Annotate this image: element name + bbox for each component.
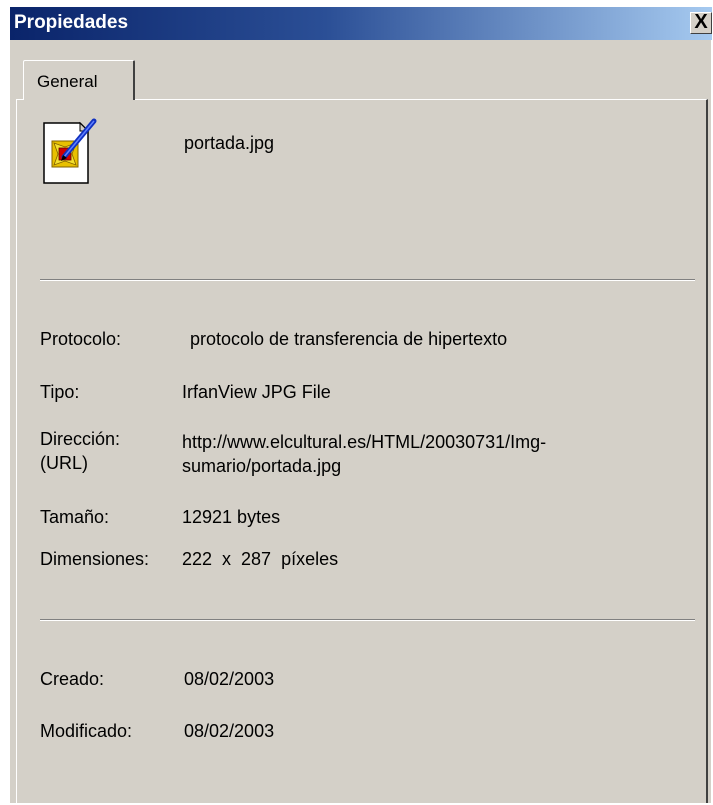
- separator: [40, 279, 695, 281]
- jpg-file-icon: [43, 118, 97, 184]
- type-value: IrfanView JPG File: [182, 382, 331, 402]
- address-label-line1: Dirección:: [40, 429, 121, 449]
- size-value: 12921 bytes: [182, 507, 281, 527]
- window-title: Propiedades: [14, 12, 129, 33]
- address-value[interactable]: http://www.elcultural.es/HTML/20030731/I…: [182, 430, 546, 478]
- title-bar[interactable]: Propiedades X: [10, 7, 712, 40]
- type-label: Tipo:: [40, 382, 80, 402]
- tab-general[interactable]: General: [23, 60, 135, 100]
- modified-label: Modificado:: [40, 721, 133, 741]
- address-label-line2: (URL): [40, 453, 88, 473]
- created-value: 08/02/2003: [184, 669, 275, 689]
- file-name: portada.jpg: [184, 133, 275, 153]
- separator: [40, 619, 695, 621]
- protocol-label: Protocolo:: [40, 329, 122, 349]
- dimensions-value: 222 x 287 píxeles: [182, 549, 339, 569]
- protocol-value: protocolo de transferencia de hipertexto: [190, 329, 508, 349]
- created-label: Creado:: [40, 669, 105, 689]
- properties-dialog: Propiedades X General portada.jpg Protoc…: [9, 7, 712, 803]
- modified-value: 08/02/2003: [184, 721, 275, 741]
- address-value-line2: sumario/portada.jpg: [182, 456, 342, 476]
- close-icon: X: [694, 11, 708, 33]
- address-value-line1: http://www.elcultural.es/HTML/20030731/I…: [182, 432, 547, 452]
- address-label: Dirección: (URL): [40, 427, 120, 475]
- size-label: Tamaño:: [40, 507, 110, 527]
- close-button[interactable]: X: [690, 12, 712, 34]
- tab-label: General: [37, 72, 98, 91]
- dimensions-label: Dimensiones:: [40, 549, 150, 569]
